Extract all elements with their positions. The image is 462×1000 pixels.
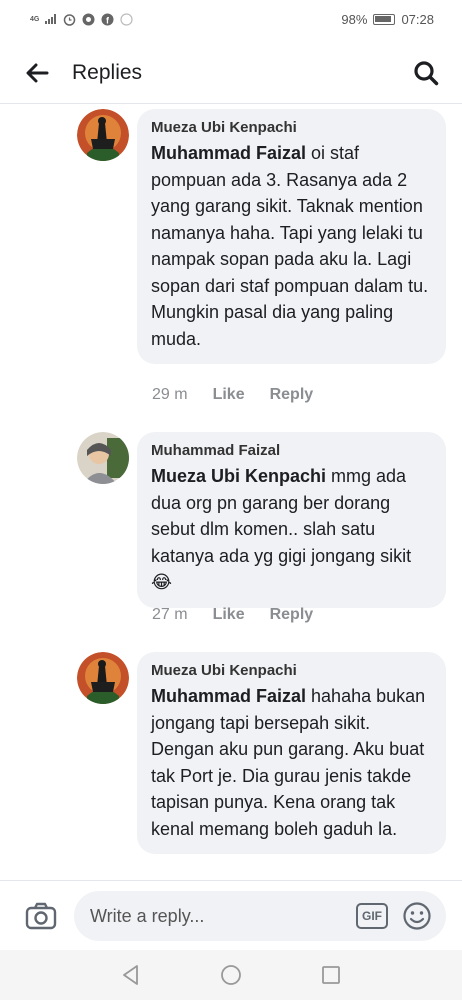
comment-mention[interactable]: Muhammad Faizal: [151, 686, 306, 706]
reply-field[interactable]: GIF: [74, 891, 446, 941]
comment-actions: 27 m Like Reply: [152, 606, 338, 624]
comment-text: Muhammad Faizal oi staf pompuan ada 3. R…: [151, 140, 432, 352]
battery-percent: 98%: [341, 11, 368, 27]
comment-author[interactable]: Mueza Ubi Kenpachi: [151, 662, 432, 679]
header: Replies: [0, 42, 462, 104]
avatar[interactable]: [77, 109, 129, 161]
alarm-icon: [64, 13, 76, 26]
network-indicator: 4G: [30, 15, 40, 23]
smiley-icon: [403, 902, 431, 930]
page-title: Replies: [72, 61, 143, 84]
avatar[interactable]: [77, 652, 129, 704]
status-bar: 4G f 98% 07:28: [0, 0, 462, 38]
like-button[interactable]: Like: [213, 386, 245, 404]
comment-bubble[interactable]: Muhammad Faizal Mueza Ubi Kenpachi mmg a…: [137, 432, 446, 608]
comment-time: 27 m: [152, 606, 188, 623]
camera-button[interactable]: [24, 899, 58, 933]
comment-bubble[interactable]: Mueza Ubi Kenpachi Muhammad Faizal hahah…: [137, 652, 446, 854]
gif-button[interactable]: GIF: [356, 903, 388, 929]
comment-time: 29 m: [152, 386, 188, 403]
comment-body: oi staf pompuan ada 3. Rasanya ada 2 yan…: [151, 143, 429, 349]
emoji-button[interactable]: [402, 901, 432, 931]
circle-home-icon: [221, 965, 241, 985]
avatar[interactable]: [77, 432, 129, 484]
reply-button[interactable]: Reply: [270, 606, 314, 624]
nav-recents-button[interactable]: [320, 964, 342, 986]
notification-icon: [120, 12, 133, 26]
arrow-left-icon: [26, 63, 49, 83]
status-left: 4G f: [30, 12, 133, 26]
triangle-back-icon: [123, 965, 138, 985]
avatar-image: [77, 109, 129, 161]
signal-icon: [45, 14, 57, 24]
nav-home-button[interactable]: [220, 964, 242, 986]
status-right: 98% 07:28: [341, 12, 434, 27]
sync-icon: [82, 13, 95, 25]
reply-button[interactable]: Reply: [270, 386, 314, 404]
nav-back-button[interactable]: [120, 964, 142, 986]
reply-composer: GIF: [0, 880, 462, 950]
avatar-image: [77, 432, 129, 484]
camera-icon: [25, 902, 57, 930]
comment-mention[interactable]: Mueza Ubi Kenpachi: [151, 466, 326, 486]
comment-body: hahaha bukan jongang tapi bersepah sikit…: [151, 686, 426, 839]
square-recents-icon: [322, 966, 340, 984]
comment-author[interactable]: Muhammad Faizal: [151, 442, 432, 459]
search-icon: [414, 61, 439, 86]
system-nav-bar: [0, 950, 462, 1000]
comment-author[interactable]: Mueza Ubi Kenpachi: [151, 119, 432, 136]
comment-text: Muhammad Faizal hahaha bukan jongang tap…: [151, 683, 432, 842]
reply-input[interactable]: [90, 903, 350, 929]
comment-mention[interactable]: Muhammad Faizal: [151, 143, 306, 163]
back-button[interactable]: [22, 58, 52, 88]
comment-actions: 29 m Like Reply: [152, 386, 338, 404]
comment-bubble[interactable]: Mueza Ubi Kenpachi Muhammad Faizal oi st…: [137, 109, 446, 364]
clock: 07:28: [401, 11, 434, 27]
search-button[interactable]: [410, 57, 442, 89]
facebook-icon: f: [101, 13, 114, 25]
avatar-image: [77, 652, 129, 704]
comment-text: Mueza Ubi Kenpachi mmg ada dua org pn ga…: [151, 463, 432, 596]
battery-icon: [373, 13, 396, 25]
like-button[interactable]: Like: [213, 606, 245, 624]
